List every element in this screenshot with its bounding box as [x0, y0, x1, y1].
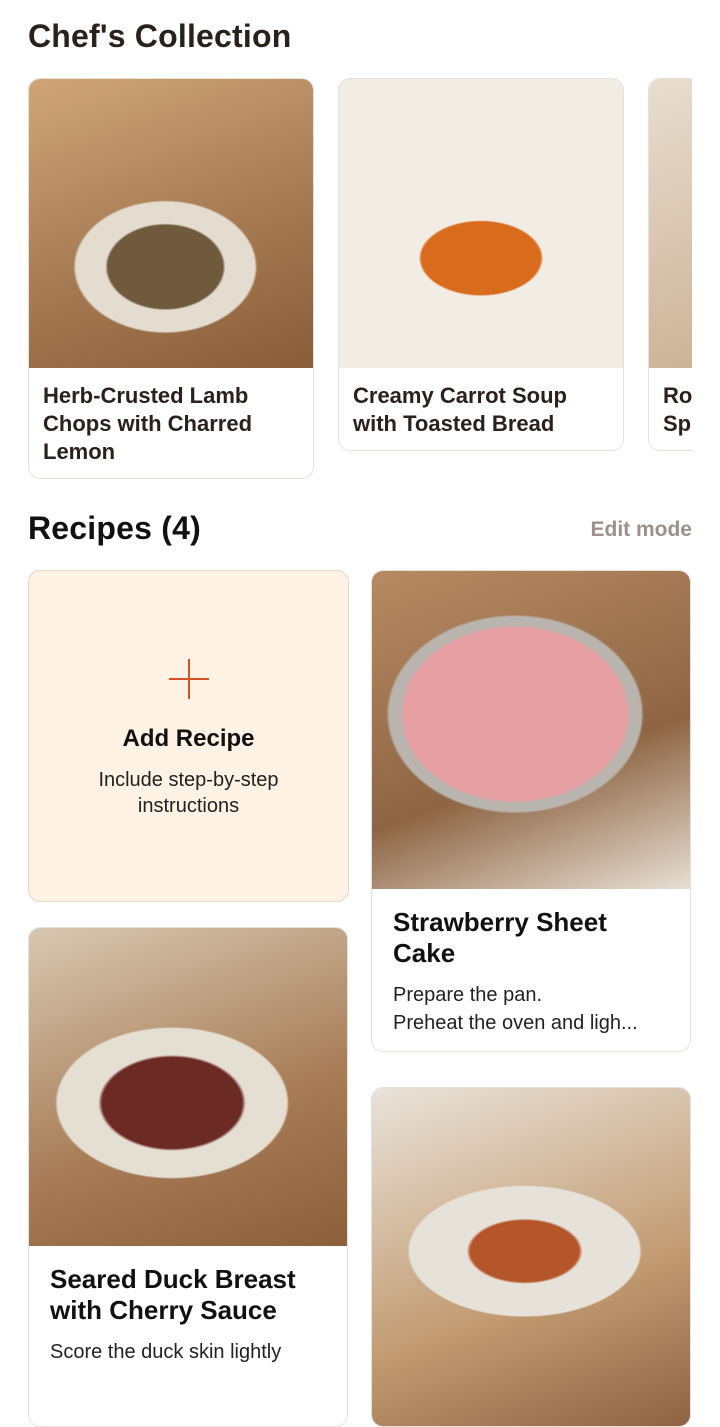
recipe-image	[339, 79, 623, 368]
recipe-description-line: Score the duck skin lightly	[50, 1341, 282, 1363]
recipe-card-duck-breast[interactable]: Seared Duck Breast with Cherry Sauce Sco…	[28, 927, 348, 1427]
collection-card-carrot-soup[interactable]: Creamy Carrot Soup with Toasted Bread	[338, 78, 624, 451]
collection-card-title: Ro Sp	[663, 383, 692, 436]
collection-title: Chef's Collection	[28, 18, 292, 54]
collection-card-lamb[interactable]: Herb-Crusted Lamb Chops with Charred Lem…	[28, 78, 314, 479]
add-recipe-title: Add Recipe	[122, 725, 255, 752]
collection-card-title: Creamy Carrot Soup with Toasted Bread	[353, 383, 567, 436]
recipe-title: Seared Duck Breast with Cherry Sauce	[50, 1264, 296, 1325]
recipe-card-salmon[interactable]	[371, 1087, 691, 1427]
collection-carousel[interactable]: Herb-Crusted Lamb Chops with Charred Lem…	[28, 78, 692, 482]
recipe-title: Strawberry Sheet Cake	[393, 907, 607, 968]
recipe-description: Score the duck skin lightly	[50, 1338, 326, 1366]
add-recipe-card[interactable]: Add Recipe Include step-by-step instruct…	[28, 570, 349, 902]
recipes-title: Recipes (4)	[28, 510, 201, 546]
collection-card-title: Herb-Crusted Lamb Chops with Charred Lem…	[43, 383, 253, 464]
recipe-image	[29, 79, 313, 368]
recipe-description-line: Prepare the pan.	[393, 984, 542, 1006]
recipe-image	[372, 1088, 690, 1426]
recipe-image	[29, 928, 347, 1246]
recipe-image	[372, 571, 690, 889]
add-recipe-subtitle: Include step-by-step instructions	[98, 769, 279, 817]
plus-icon	[169, 659, 209, 699]
recipe-card-strawberry-cake[interactable]: Strawberry Sheet Cake Prepare the pan. P…	[371, 570, 691, 1052]
collection-card-partial[interactable]: Ro Sp	[648, 78, 692, 451]
recipe-description-line: Preheat the oven and ligh...	[393, 1012, 638, 1034]
recipe-image	[649, 79, 692, 368]
edit-mode-button[interactable]: Edit mode	[590, 518, 692, 542]
recipe-description: Prepare the pan. Preheat the oven and li…	[393, 981, 669, 1037]
